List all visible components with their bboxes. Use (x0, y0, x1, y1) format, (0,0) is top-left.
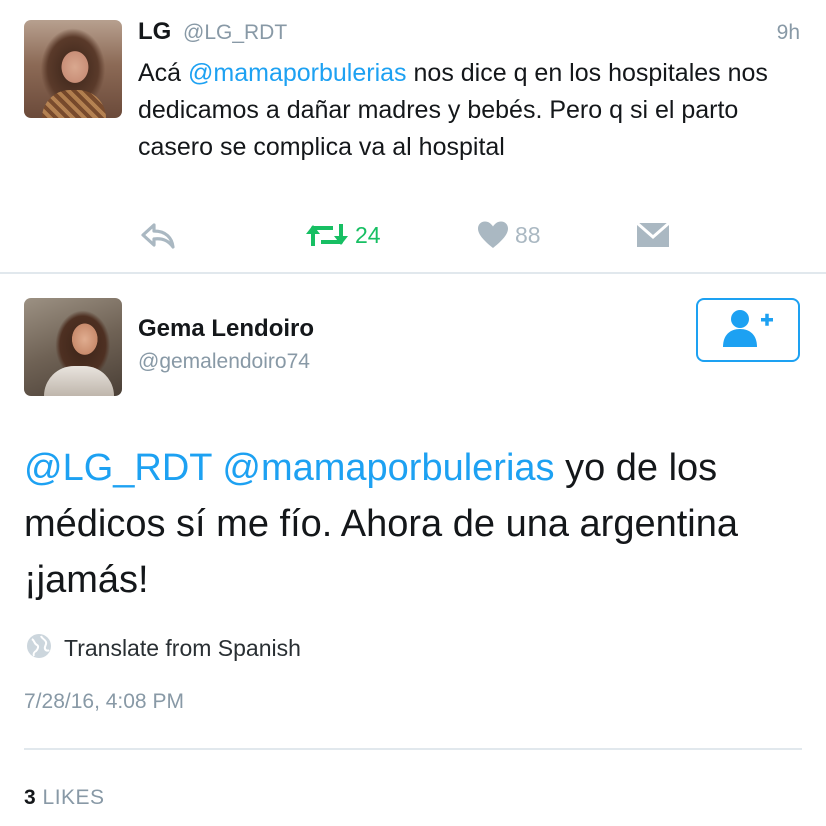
like-button[interactable]: 88 (477, 220, 541, 250)
translate-button[interactable]: Translate from Spanish (26, 633, 301, 664)
likes-label: LIKES (42, 786, 105, 809)
tweet-detail-page: LG @LG_RDT 9h Acá @mamaporbulerias nos d… (0, 0, 826, 826)
divider (24, 748, 802, 750)
tweet-time: 9h (776, 21, 800, 44)
direct-message-button[interactable] (636, 222, 670, 248)
mention-link[interactable]: @mamaporbulerias (188, 59, 407, 87)
author-handle[interactable]: @gemalendoiro74 (138, 350, 310, 374)
parent-tweet[interactable]: LG @LG_RDT 9h Acá @mamaporbulerias nos d… (0, 0, 826, 272)
author-name[interactable]: Gema Lendoiro (138, 315, 314, 343)
translate-label: Translate from Spanish (64, 635, 301, 661)
divider (0, 272, 826, 274)
author-name[interactable]: LG (138, 18, 171, 46)
globe-icon (26, 633, 52, 664)
reply-button[interactable] (140, 222, 176, 250)
envelope-icon (636, 222, 670, 248)
tweet-text: @LG_RDT @mamaporbulerias yo de los médic… (24, 440, 814, 608)
author-handle[interactable]: @LG_RDT (183, 21, 287, 45)
tweet-text-prefix: Acá (138, 59, 189, 87)
reply-icon (140, 222, 176, 250)
retweet-button[interactable]: 24 (305, 220, 381, 250)
follow-button[interactable] (696, 298, 800, 362)
mention-link[interactable]: @LG_RDT (24, 447, 212, 489)
retweet-count: 24 (355, 221, 381, 248)
tweet-actions: 24 88 (0, 214, 826, 258)
heart-icon (477, 220, 509, 250)
retweet-icon (305, 220, 349, 250)
add-user-icon (720, 307, 776, 354)
likes-summary[interactable]: 3 LIKES (24, 786, 105, 810)
like-count: 88 (515, 221, 541, 248)
avatar[interactable] (24, 298, 122, 396)
likes-count: 3 (24, 786, 37, 809)
mention-link[interactable]: @mamaporbulerias (222, 447, 554, 489)
tweet-text: Acá @mamaporbulerias nos dice q en los h… (138, 55, 798, 166)
tweet-timestamp: 7/28/16, 4:08 PM (24, 690, 184, 713)
avatar[interactable] (24, 20, 122, 118)
